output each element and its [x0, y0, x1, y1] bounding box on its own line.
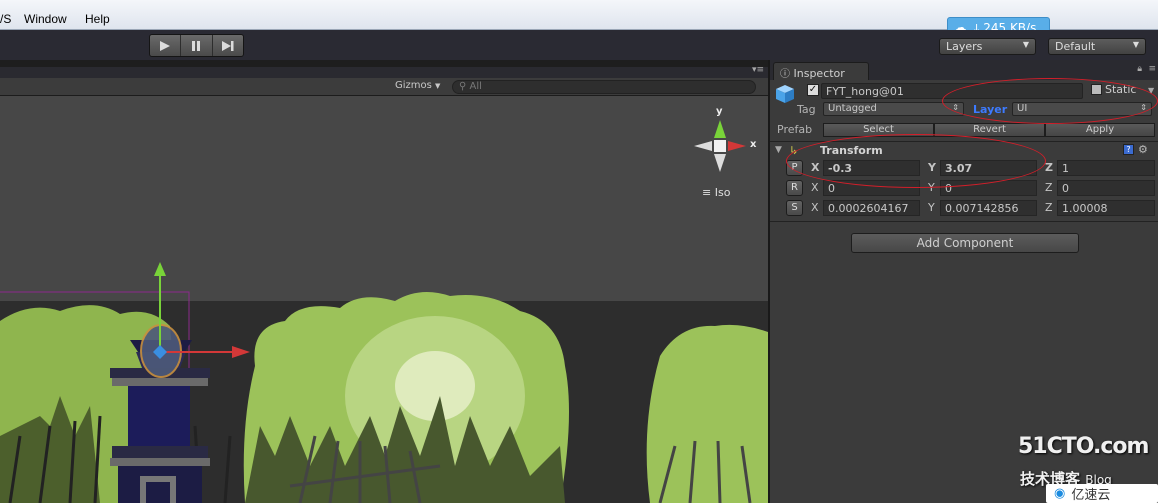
position-z-label: Z — [1045, 161, 1053, 174]
yisu-logo-icon: ◉ — [1054, 486, 1066, 501]
annotation-oval-transform — [786, 134, 1046, 188]
scene-tab-strip: ▾≡ — [0, 65, 768, 78]
gizmos-label: Gizmos — [395, 80, 432, 91]
gizmo-axis-x-label: x — [750, 139, 757, 150]
menu-item-help[interactable]: Help — [85, 12, 110, 26]
annotation-oval-layer — [942, 78, 1158, 124]
collapse-arrow-icon[interactable]: ▼ — [775, 145, 782, 155]
active-checkbox[interactable]: ✓ — [807, 84, 819, 96]
projection-toggle[interactable]: ≡ Iso — [702, 186, 730, 199]
tag-label: Tag — [797, 103, 816, 116]
position-z-field[interactable]: 1 — [1057, 160, 1155, 176]
inspector-tab-bar: ⓘ Inspector 🔒︎ ≡ — [770, 60, 1158, 80]
rotation-z-label: Z — [1045, 181, 1053, 194]
gameobject-cube-icon — [774, 83, 796, 105]
chevron-down-icon: ▼ — [1022, 40, 1029, 49]
search-icon: ⚲ — [459, 81, 467, 92]
scene-view[interactable]: y x ≡ Iso — [0, 96, 768, 503]
prefab-apply-button[interactable]: Apply — [1045, 123, 1155, 137]
help-book-icon[interactable]: ? — [1123, 144, 1134, 155]
orientation-gizmo — [694, 120, 746, 172]
pause-icon — [192, 40, 201, 51]
scale-y-field[interactable]: 0.007142856 — [940, 200, 1037, 216]
panel-menu-icon[interactable]: ▾≡ — [752, 65, 764, 75]
chevron-down-icon: ▼ — [435, 82, 441, 90]
layers-dropdown[interactable]: Layers ▼ — [939, 38, 1036, 55]
scale-y-label: Y — [928, 201, 935, 214]
menu-item-window[interactable]: Window — [24, 12, 67, 26]
scale-x-field[interactable]: 0.0002604167 — [823, 200, 920, 216]
gizmo-axis-y-label: y — [716, 106, 723, 117]
menu-lines-icon: ≡ — [702, 186, 712, 199]
step-icon — [221, 40, 234, 51]
watermark-site: 51CTO.com — [1018, 434, 1149, 459]
layout-label: Default — [1055, 40, 1096, 53]
panel-menu-icon[interactable]: ≡ — [1148, 64, 1156, 74]
reset-scale-button[interactable]: S — [786, 200, 803, 216]
pause-button[interactable] — [181, 35, 213, 56]
gizmos-dropdown[interactable]: Gizmos ▼ — [391, 79, 447, 94]
scale-z-field[interactable]: 1.00008 — [1057, 200, 1155, 216]
inspector-tab-label: Inspector — [793, 67, 845, 80]
yisu-logo: ◉ 亿速云 — [1046, 484, 1158, 503]
scale-x-label: X — [811, 201, 819, 214]
play-button[interactable] — [150, 35, 182, 56]
scene-artwork — [0, 120, 768, 503]
tag-value: Untagged — [828, 103, 877, 114]
iso-label: Iso — [714, 186, 731, 199]
rotation-z-field[interactable]: 0 — [1057, 180, 1155, 196]
info-icon: ⓘ — [780, 69, 790, 80]
chevron-down-icon: ▼ — [1132, 40, 1139, 49]
search-placeholder: All — [469, 81, 482, 92]
menu-item-gs[interactable]: /S — [0, 12, 11, 26]
scale-z-label: Z — [1045, 201, 1053, 214]
add-component-button[interactable]: Add Component — [851, 233, 1079, 253]
playback-controls — [149, 34, 244, 57]
divider — [770, 221, 1158, 222]
play-icon — [160, 40, 171, 51]
scene-toolbar: Gizmos ▼ ⚲ All — [0, 78, 768, 96]
glow-core — [395, 351, 475, 421]
yisu-logo-text: 亿速云 — [1071, 488, 1111, 503]
reset-rotation-button[interactable]: R — [786, 180, 803, 196]
foliage-right — [646, 324, 768, 503]
gear-icon[interactable]: ⚙ — [1138, 143, 1148, 156]
scene-search-input[interactable]: ⚲ All — [452, 80, 756, 94]
step-button[interactable] — [213, 35, 243, 56]
tab-inspector[interactable]: ⓘ Inspector — [773, 62, 869, 80]
prefab-label: Prefab — [777, 123, 813, 136]
lock-icon[interactable]: 🔒︎ — [1137, 64, 1142, 74]
layers-label: Layers — [946, 40, 983, 53]
rotation-x-label: X — [811, 181, 819, 194]
watermark: 51CTO.com 技术博客 Blog ◉ 亿速云 — [1018, 434, 1158, 503]
layout-dropdown[interactable]: Default ▼ — [1048, 38, 1146, 55]
